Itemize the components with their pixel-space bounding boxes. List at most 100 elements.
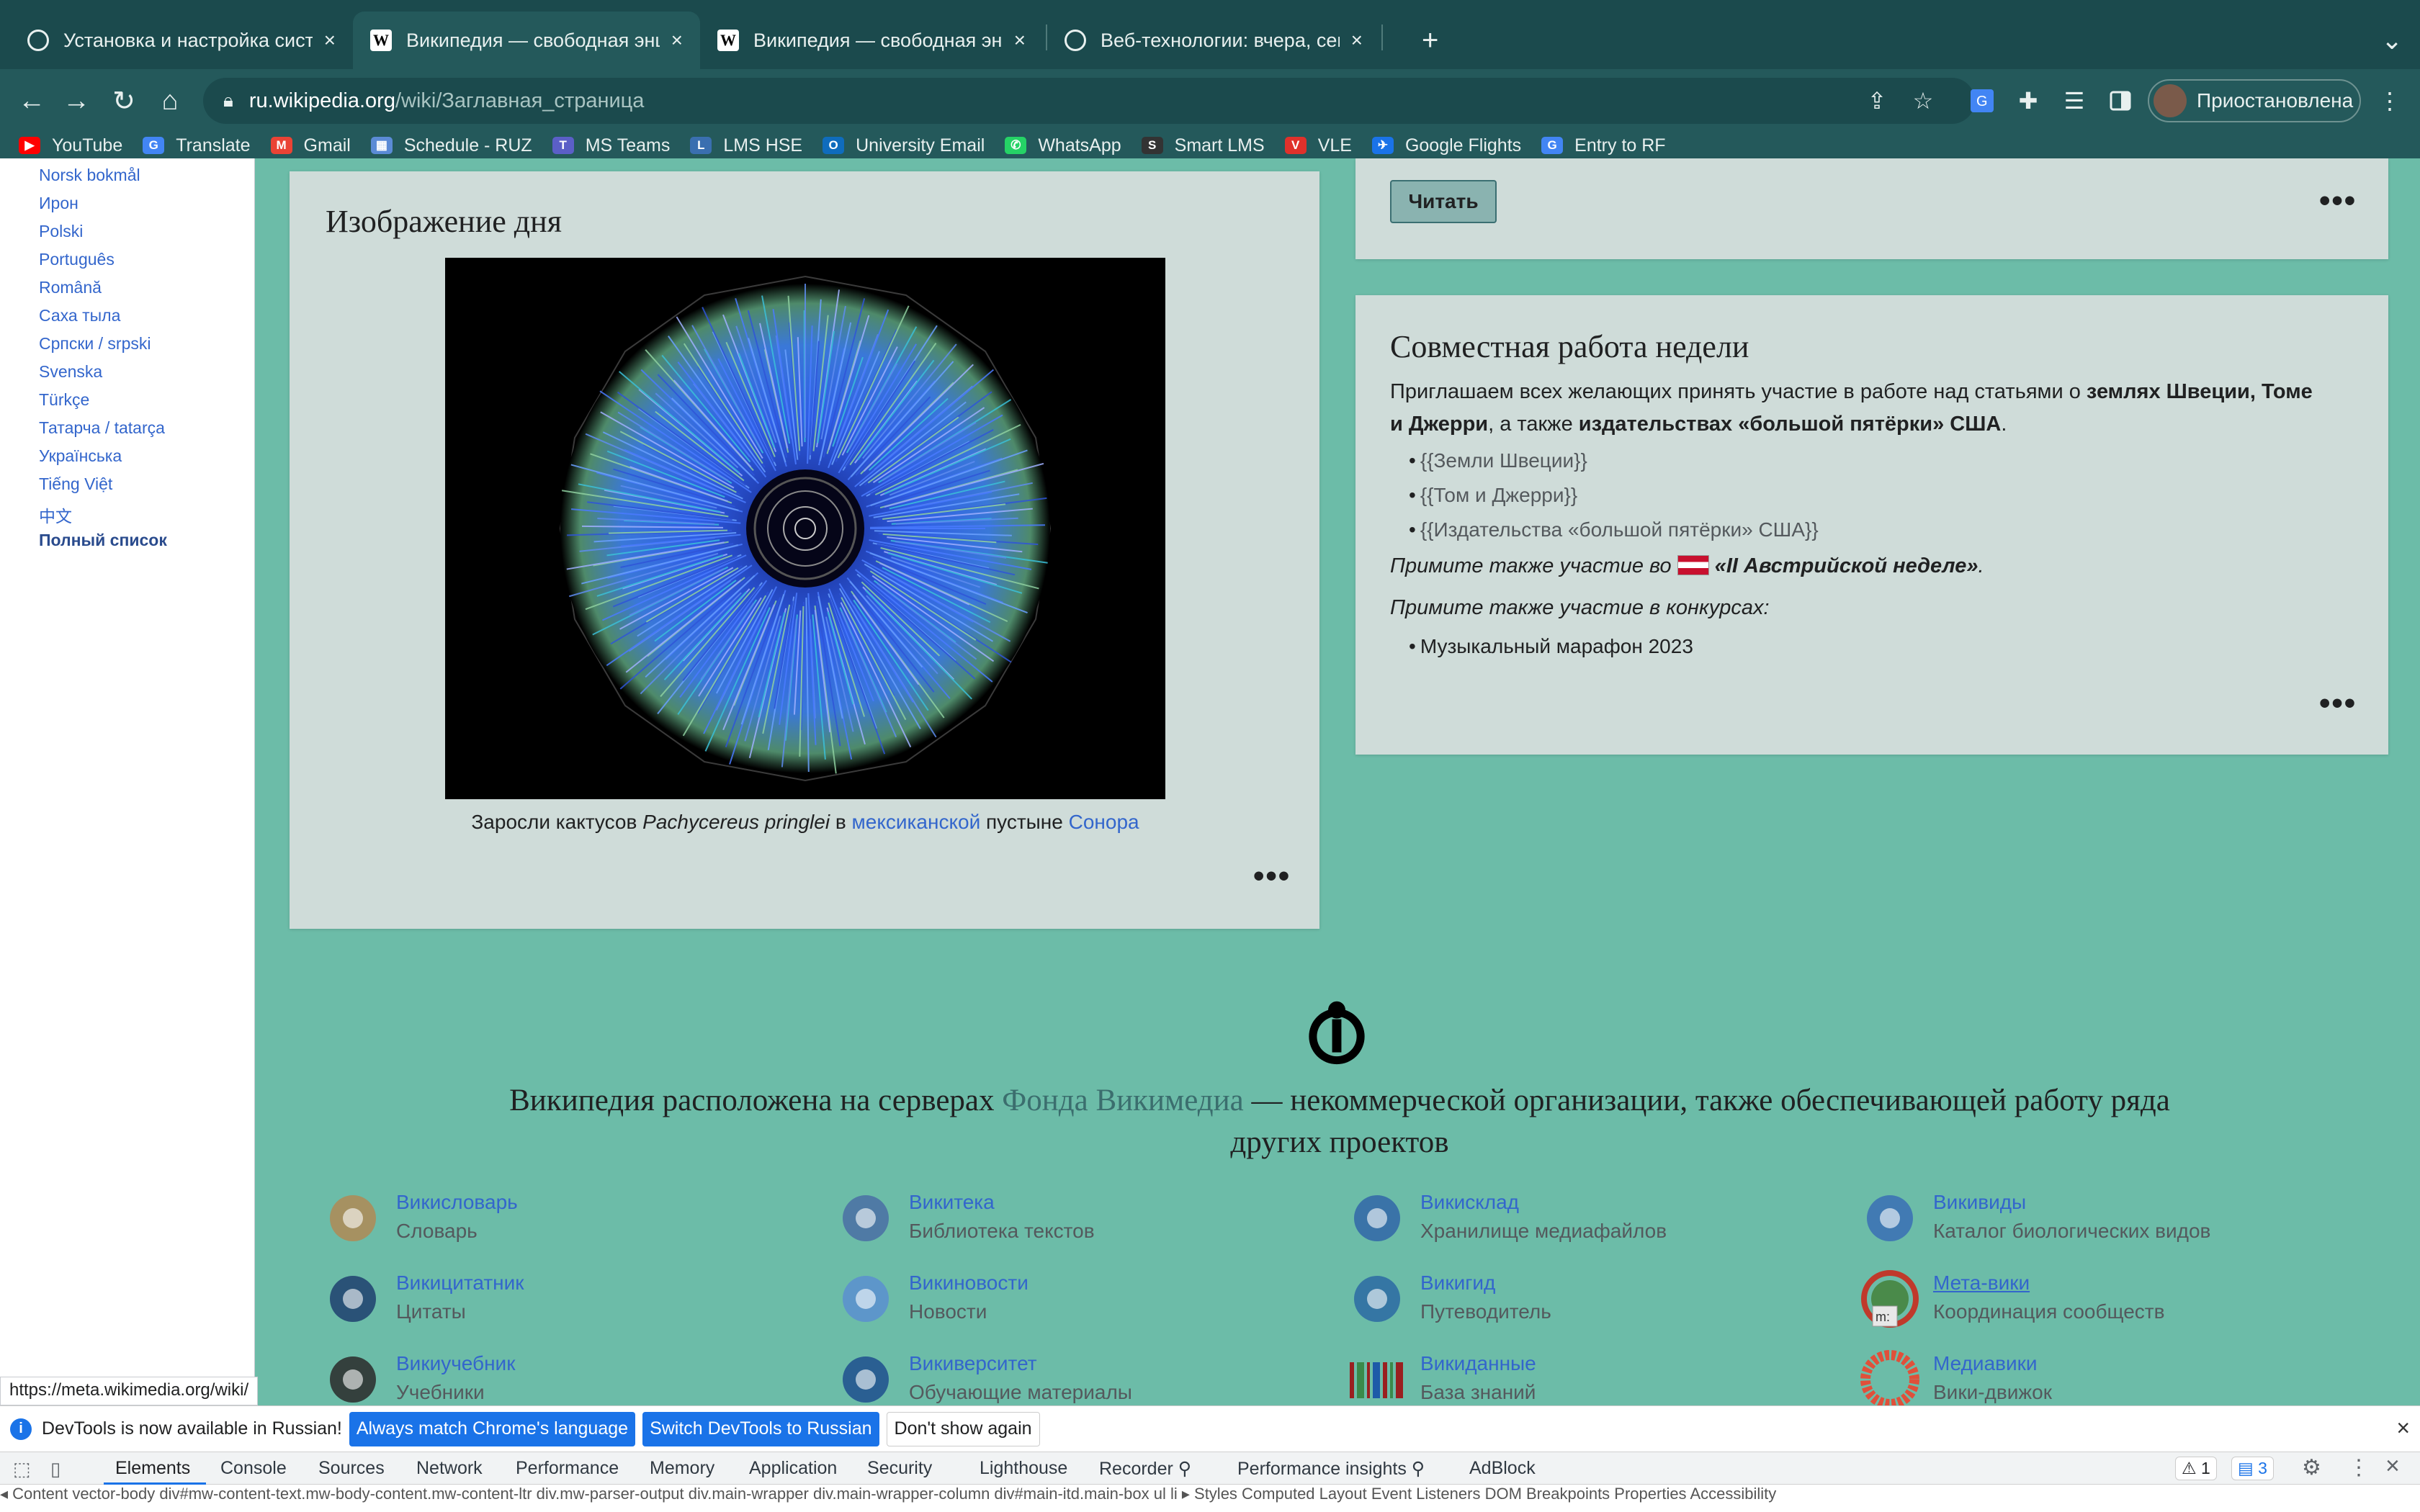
language-link[interactable]: Українська <box>39 446 122 466</box>
new-tab-button[interactable]: + <box>1404 12 1462 69</box>
sister-project-item[interactable]: Викиучебник Учебники <box>323 1349 515 1414</box>
address-bar[interactable]: 🔒︎ ru.wikipedia.org/wiki/Заглавная_стран… <box>203 78 1975 124</box>
bookmark-item[interactable]: O University Email <box>823 135 985 156</box>
sister-project-item[interactable]: Викигид Путеводитель <box>1347 1269 1551 1333</box>
sister-project-item[interactable]: m: Мета-вики Координация сообществ <box>1860 1269 2165 1333</box>
side-panel-icon[interactable] <box>2103 84 2138 118</box>
language-link[interactable]: Türkçe <box>39 390 89 410</box>
language-link[interactable]: Polski <box>39 222 83 241</box>
bookmark-item[interactable]: G Entry to RF <box>1541 135 1666 156</box>
profile-button[interactable]: Приостановлена <box>2148 79 2361 122</box>
language-link[interactable]: Norsk bokmål <box>39 166 140 185</box>
close-icon[interactable]: × <box>2385 1452 2400 1480</box>
home-button[interactable]: ⌂ <box>150 81 190 121</box>
language-link[interactable]: Svenska <box>39 362 102 382</box>
template-link[interactable]: {{Издательства «большой пятёрки» США}} <box>1409 518 1819 541</box>
close-icon[interactable]: × <box>1351 29 1363 52</box>
template-link[interactable]: {{Земли Швеции}} <box>1409 449 1587 472</box>
sister-project-name[interactable]: Мета-вики <box>1933 1269 2165 1297</box>
sister-project-name[interactable]: Викиучебник <box>396 1349 515 1378</box>
back-button[interactable]: ← <box>12 81 52 121</box>
bookmark-item[interactable]: ▶ YouTube <box>19 135 122 156</box>
devtools-tab[interactable]: Memory <box>650 1458 714 1479</box>
kebab-menu-icon[interactable]: ⋮ <box>2348 1455 2370 1480</box>
devtools-tab[interactable]: AdBlock <box>1469 1458 1536 1479</box>
devtools-tab[interactable]: Performance insights ⚲ <box>1237 1458 1425 1480</box>
reading-list-icon[interactable]: ☰ <box>2057 84 2092 118</box>
devtools-tab[interactable]: Security <box>867 1458 932 1479</box>
language-link[interactable]: Татарча / tatarça <box>39 418 165 438</box>
link-austria-week[interactable]: «II Австрийской неделе» <box>1715 554 1978 577</box>
bookmark-item[interactable]: ✈ Google Flights <box>1371 135 1521 156</box>
always-match-language-button[interactable]: Always match Chrome's language <box>349 1411 636 1446</box>
gear-icon[interactable]: ⚙ <box>2302 1455 2321 1480</box>
extensions-icon[interactable]: ✚ <box>2011 84 2045 118</box>
devtools-tab[interactable]: Elements <box>115 1458 190 1479</box>
sister-project-item[interactable]: Викисклад Хранилище медиафайлов <box>1347 1188 1667 1253</box>
bookmark-item[interactable]: V VLE <box>1284 135 1352 156</box>
bookmark-item[interactable]: T MS Teams <box>552 135 670 156</box>
bookmark-item[interactable]: G Translate <box>143 135 251 156</box>
sister-project-name[interactable]: Викисклад <box>1420 1188 1667 1217</box>
sister-project-item[interactable]: Викицитатник Цитаты <box>323 1269 524 1333</box>
inspect-element-icon[interactable]: ⬚ <box>13 1458 31 1480</box>
star-icon[interactable]: ☆ <box>1906 84 1940 118</box>
link-sonora[interactable]: Сонора <box>1069 811 1139 833</box>
sister-project-item[interactable]: Викисловарь Словарь <box>323 1188 518 1253</box>
language-link[interactable]: Саха тыла <box>39 306 120 325</box>
more-options-icon[interactable]: ••• <box>2319 685 2357 721</box>
language-link[interactable]: Ирон <box>39 194 79 213</box>
contest-item[interactable]: Музыкальный марафон 2023 <box>1409 635 1693 658</box>
tab-webtech[interactable]: Веб-технологии: вчера, сегод × <box>1047 12 1380 69</box>
close-icon[interactable]: × <box>324 29 336 52</box>
translate-icon[interactable]: G <box>1965 84 1999 118</box>
sister-project-item[interactable]: Викитека Библиотека текстов <box>835 1188 1095 1253</box>
more-options-icon[interactable]: ••• <box>1253 858 1291 894</box>
template-link[interactable]: {{Том и Джерри}} <box>1409 484 1577 507</box>
device-toolbar-icon[interactable]: ▯ <box>50 1458 60 1480</box>
sister-project-item[interactable]: Викивиды Каталог биологических видов <box>1860 1188 2210 1253</box>
language-link[interactable]: Tiếng Việt <box>39 474 112 494</box>
devtools-tab[interactable]: Lighthouse <box>980 1458 1067 1479</box>
link-big-five[interactable]: издательствах «большой пятёрки» США <box>1579 413 2002 436</box>
sister-project-name[interactable]: Викитека <box>909 1188 1095 1217</box>
bookmark-item[interactable]: ✆ WhatsApp <box>1005 135 1121 156</box>
language-link[interactable]: 中文 <box>39 503 72 527</box>
sister-project-name[interactable]: Медиавики <box>1933 1349 2052 1378</box>
sister-project-item[interactable]: Медиавики Вики-движок <box>1860 1349 2052 1414</box>
more-options-icon[interactable]: ••• <box>2319 183 2357 219</box>
forward-button[interactable]: → <box>56 81 97 121</box>
full-language-list-link[interactable]: Полный список <box>39 531 167 550</box>
close-icon[interactable]: × <box>671 29 683 52</box>
read-button[interactable]: Читать <box>1390 180 1497 223</box>
switch-to-russian-button[interactable]: Switch DevTools to Russian <box>642 1411 879 1446</box>
messages-badge[interactable]: ▤ 3 <box>2231 1457 2274 1480</box>
share-icon[interactable]: ⇪ <box>1860 84 1894 118</box>
language-link[interactable]: Română <box>39 278 102 297</box>
devtools-tab[interactable]: Application <box>749 1458 837 1479</box>
close-icon[interactable]: × <box>1014 29 1026 52</box>
sister-project-item[interactable]: Викиверситет Обучающие материалы <box>835 1349 1132 1414</box>
sister-project-name[interactable]: Викивиды <box>1933 1188 2210 1217</box>
reload-button[interactable]: ↻ <box>104 81 144 121</box>
close-icon[interactable]: × <box>2396 1415 2410 1441</box>
sister-project-name[interactable]: Викиданные <box>1420 1349 1536 1378</box>
devtools-tab[interactable]: Performance <box>516 1458 619 1479</box>
devtools-tab[interactable]: Network <box>416 1458 483 1479</box>
sister-project-item[interactable]: Викиновости Новости <box>835 1269 1028 1333</box>
link-wikimedia-foundation[interactable]: Фонда Викимедиа <box>1002 1084 1244 1117</box>
devtools-tab[interactable]: Console <box>220 1458 287 1479</box>
tab-wikipedia-active[interactable]: W Википедия — свободная энци × <box>353 12 700 69</box>
devtools-tab[interactable]: Recorder ⚲ <box>1099 1458 1191 1480</box>
bookmark-item[interactable]: ▦ Schedule - RUZ <box>370 135 532 156</box>
tab-search-button[interactable]: ⌄ <box>2364 12 2414 69</box>
tab-setup[interactable]: Установка и настройка систе × <box>10 12 353 69</box>
sister-project-name[interactable]: Викигид <box>1420 1269 1551 1297</box>
warnings-badge[interactable]: ⚠ 1 <box>2175 1457 2217 1480</box>
kebab-menu-icon[interactable]: ⋮ <box>2372 84 2407 118</box>
bookmark-item[interactable]: L LMS HSE <box>690 135 802 156</box>
sister-project-name[interactable]: Викисловарь <box>396 1188 518 1217</box>
sister-project-name[interactable]: Викицитатник <box>396 1269 524 1297</box>
tab-wikipedia[interactable]: W Википедия — свободная энци × <box>700 12 1043 69</box>
sister-project-item[interactable]: Викиданные База знаний <box>1347 1349 1536 1414</box>
